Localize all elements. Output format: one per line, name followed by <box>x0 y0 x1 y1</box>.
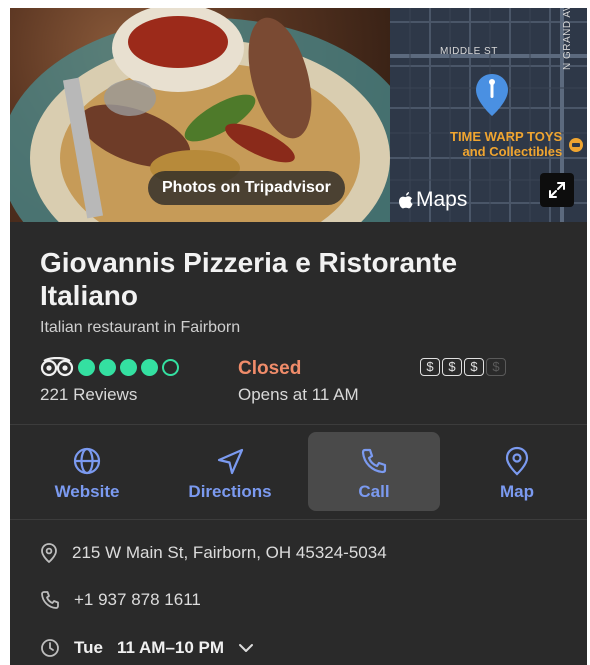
phone-icon <box>41 591 59 609</box>
address-text: 215 W Main St, Fairborn, OH 45324-5034 <box>72 543 387 562</box>
website-button[interactable]: Website <box>21 432 153 511</box>
phone-icon <box>361 448 387 474</box>
map-street-label: N GRAND AVE <box>562 8 573 70</box>
tripadvisor-owl-icon <box>40 357 74 377</box>
apple-maps-logo: Maps <box>398 188 467 212</box>
apple-icon <box>399 191 413 208</box>
rating-bubble-filled <box>99 358 116 376</box>
map-poi-label: TIME WARP TOYS and Collectibles <box>450 129 562 159</box>
business-name: Giovannis Pizzeria e Ristorante Italiano <box>40 247 458 311</box>
rating-bubble-empty <box>162 358 179 376</box>
photos-on-tripadvisor-label[interactable]: Photos on Tripadvisor <box>148 171 345 205</box>
maps-brand-text: Maps <box>416 188 468 211</box>
price-level: $ $ $ $ <box>420 358 506 376</box>
hours-day: Tue <box>74 638 103 657</box>
map-label: Map <box>500 482 534 501</box>
poi-name-line1: TIME WARP TOYS <box>450 129 563 144</box>
phone-row[interactable]: +1 937 878 1611 <box>40 590 201 610</box>
expand-icon <box>549 182 565 198</box>
map-button[interactable]: Map <box>451 432 583 511</box>
map-location-pin-icon <box>476 74 508 116</box>
poi-name-line2: and Collectibles <box>462 144 563 159</box>
directions-button[interactable]: Directions <box>164 432 296 511</box>
opening-time: Opens at 11 AM <box>238 385 359 404</box>
divider <box>10 519 587 520</box>
hero: Photos on Tripadvisor MIDDLE ST N GRAND … <box>10 8 587 222</box>
call-label: Call <box>358 482 390 501</box>
clock-icon <box>41 639 59 657</box>
review-count[interactable]: 221 Reviews <box>40 385 137 405</box>
rating-bubble-filled <box>78 358 95 376</box>
price-symbol-inactive: $ <box>486 358 506 376</box>
map-street-label: MIDDLE ST <box>440 46 498 57</box>
navigation-arrow-icon <box>217 448 244 475</box>
tripadvisor-rating[interactable] <box>40 357 179 377</box>
price-symbol: $ <box>464 358 484 376</box>
directions-label: Directions <box>188 482 272 501</box>
price-symbol: $ <box>442 358 462 376</box>
divider <box>10 424 587 425</box>
rating-bubble-filled <box>120 358 137 376</box>
open-status: Closed <box>238 358 302 379</box>
location-pin-icon <box>41 543 57 563</box>
place-card: Photos on Tripadvisor MIDDLE ST N GRAND … <box>10 8 587 665</box>
address-row[interactable]: 215 W Main St, Fairborn, OH 45324-5034 <box>40 543 387 563</box>
chevron-down-icon[interactable] <box>238 643 254 653</box>
hours-row[interactable]: Tue 11 AM–10 PM <box>40 638 254 658</box>
poi-icon <box>569 138 583 152</box>
rating-bubble-filled <box>141 358 158 376</box>
hours-time: 11 AM–10 PM <box>116 638 225 657</box>
website-label: Website <box>54 482 120 501</box>
action-row: Website Directions Call Map <box>10 432 587 512</box>
expand-map-button[interactable] <box>540 173 574 207</box>
call-button[interactable]: Call <box>308 432 440 511</box>
business-category: Italian restaurant in Fairborn <box>40 319 241 336</box>
price-symbol: $ <box>420 358 440 376</box>
restaurant-photo[interactable]: Photos on Tripadvisor <box>10 8 390 222</box>
globe-icon <box>73 447 101 475</box>
map-pin-icon <box>505 446 529 476</box>
phone-number: +1 937 878 1611 <box>74 590 201 609</box>
